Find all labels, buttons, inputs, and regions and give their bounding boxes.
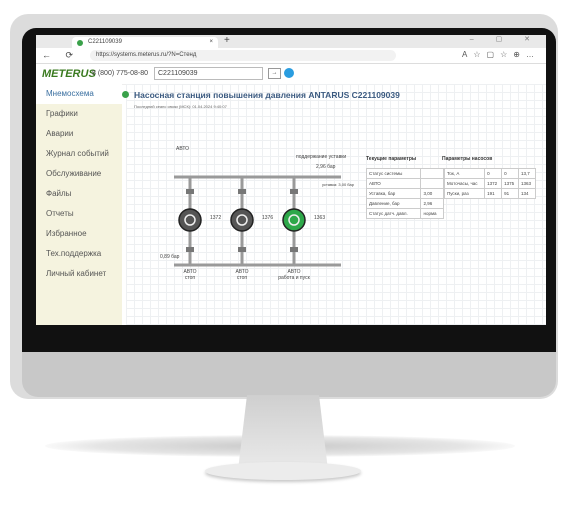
table-cell: 2,96: [420, 198, 444, 209]
device-id-input[interactable]: C221109039: [154, 67, 263, 80]
table-cell: 191: [484, 188, 503, 199]
monitor-stand-base: [205, 462, 361, 480]
monitor-chin: [22, 352, 556, 397]
pump-params-table: Ток, А 0 0 13,7 Моточасы, час 1372 1375 1363 Пус…: [443, 168, 536, 199]
table-cell: 13,7: [518, 168, 536, 179]
tab-close-icon[interactable]: ×: [209, 37, 213, 48]
sidebar-item[interactable]: Тех.поддержка: [36, 244, 122, 264]
table-row: Пуски, раз 191 91 134: [443, 188, 536, 199]
nav-buttons[interactable]: ← ⟳: [42, 50, 79, 61]
table-cell: Моточасы, час: [443, 178, 486, 189]
table-cell: 1372: [484, 178, 503, 189]
sidebar-item[interactable]: Журнал событий: [36, 144, 122, 164]
current-params-table: Статус системы АВТО Уставка, бар 3,00 Давлен…: [365, 168, 444, 219]
browser-window: C221109039 × + – ▢ ✕ ← ⟳ https://systems…: [36, 35, 546, 325]
main-content: Насосная станция повышения давления ANTA…: [122, 84, 546, 325]
pump-1-icon[interactable]: [178, 208, 202, 232]
window-controls[interactable]: – ▢ ✕: [470, 35, 540, 43]
table-cell: Ток, А: [443, 168, 486, 179]
table-cell: Статус системы: [365, 168, 422, 179]
sidebar-item[interactable]: Мнемосхема: [36, 84, 122, 104]
sidebar: Мнемосхема Графики Аварии Журнал событий Обс…: [36, 84, 122, 325]
address-bar-row: ← ⟳ https://systems.meterus.ru/?N=Стенд …: [36, 48, 546, 64]
table-row: Статус системы: [365, 168, 444, 179]
pump-2-icon[interactable]: [230, 208, 254, 232]
table-row: Давление, бар 2,96: [365, 198, 444, 209]
sidebar-item[interactable]: Отчеты: [36, 204, 122, 224]
table-cell: [420, 178, 444, 189]
table-row: АВТО: [365, 178, 444, 189]
pump-3-state: работа и пуск: [278, 275, 310, 281]
tab-bar: C221109039 × + – ▢ ✕: [36, 35, 546, 48]
table-row: Статус датч. давл. норма: [365, 208, 444, 219]
table-cell: 0: [484, 168, 503, 179]
table-cell: 91: [501, 188, 520, 199]
pump-1-speed: 1372: [210, 215, 222, 221]
browser-tab[interactable]: C221109039 ×: [72, 37, 218, 48]
sidebar-item[interactable]: Личный кабинет: [36, 264, 122, 284]
pump-1-caption: АВТО стоп: [160, 269, 220, 281]
sidebar-item[interactable]: Обслуживание: [36, 164, 122, 184]
table-cell: Статус датч. давл.: [365, 208, 422, 219]
monitor-stand-neck: [238, 395, 328, 470]
sidebar-item[interactable]: Избранное: [36, 224, 122, 244]
table-row: Уставка, бар 3,00: [365, 188, 444, 199]
pump-1-state: стоп: [184, 275, 196, 281]
table-row: Ток, А 0 0 13,7: [443, 168, 536, 179]
pump-3-icon[interactable]: [282, 208, 306, 232]
table-cell: норма: [420, 208, 444, 219]
table-cell: 134: [518, 188, 536, 199]
sidebar-item[interactable]: Графики: [36, 104, 122, 124]
pump-2-speed: 1376: [262, 215, 274, 221]
go-button[interactable]: →: [268, 68, 281, 79]
pump-2-caption: АВТО стоп: [212, 269, 272, 281]
table-cell: АВТО: [365, 178, 422, 189]
pump-3-caption: АВТО работа и пуск: [264, 269, 324, 281]
site-header: METERUS 8 (800) 775-08-80 C221109039 →: [36, 64, 546, 85]
pump-scheme: [174, 175, 341, 267]
pump-3-speed: 1363: [314, 215, 326, 221]
table-cell: [420, 168, 444, 179]
table-cell: 1375: [501, 178, 520, 189]
pump-params-heading: Параметры насосов: [442, 156, 493, 162]
table-cell: 1363: [518, 178, 536, 189]
pump-2-state: стоп: [236, 275, 248, 281]
table-cell: Пуски, раз: [443, 188, 486, 199]
new-tab-button[interactable]: +: [224, 35, 230, 46]
meterus-logo[interactable]: METERUS: [42, 68, 96, 80]
current-params-heading: Текущие параметры: [366, 156, 417, 162]
table-cell: 0: [501, 168, 520, 179]
table-cell: Уставка, бар: [365, 188, 422, 199]
sidebar-item[interactable]: Файлы: [36, 184, 122, 204]
table-row: Моточасы, час 1372 1375 1363: [443, 178, 536, 189]
site-favicon-icon: [77, 40, 83, 46]
table-cell: 3,00: [420, 188, 444, 199]
url-field[interactable]: https://systems.meterus.ru/?N=Стенд: [90, 50, 396, 61]
sidebar-item[interactable]: Аварии: [36, 124, 122, 144]
tab-title: C221109039: [88, 39, 122, 45]
browser-toolbar-icons[interactable]: A☆▢☆⊕…: [462, 50, 540, 59]
telegram-icon[interactable]: [284, 68, 294, 78]
support-phone: 8 (800) 775-08-80: [92, 70, 149, 77]
table-cell: Давление, бар: [365, 198, 422, 209]
